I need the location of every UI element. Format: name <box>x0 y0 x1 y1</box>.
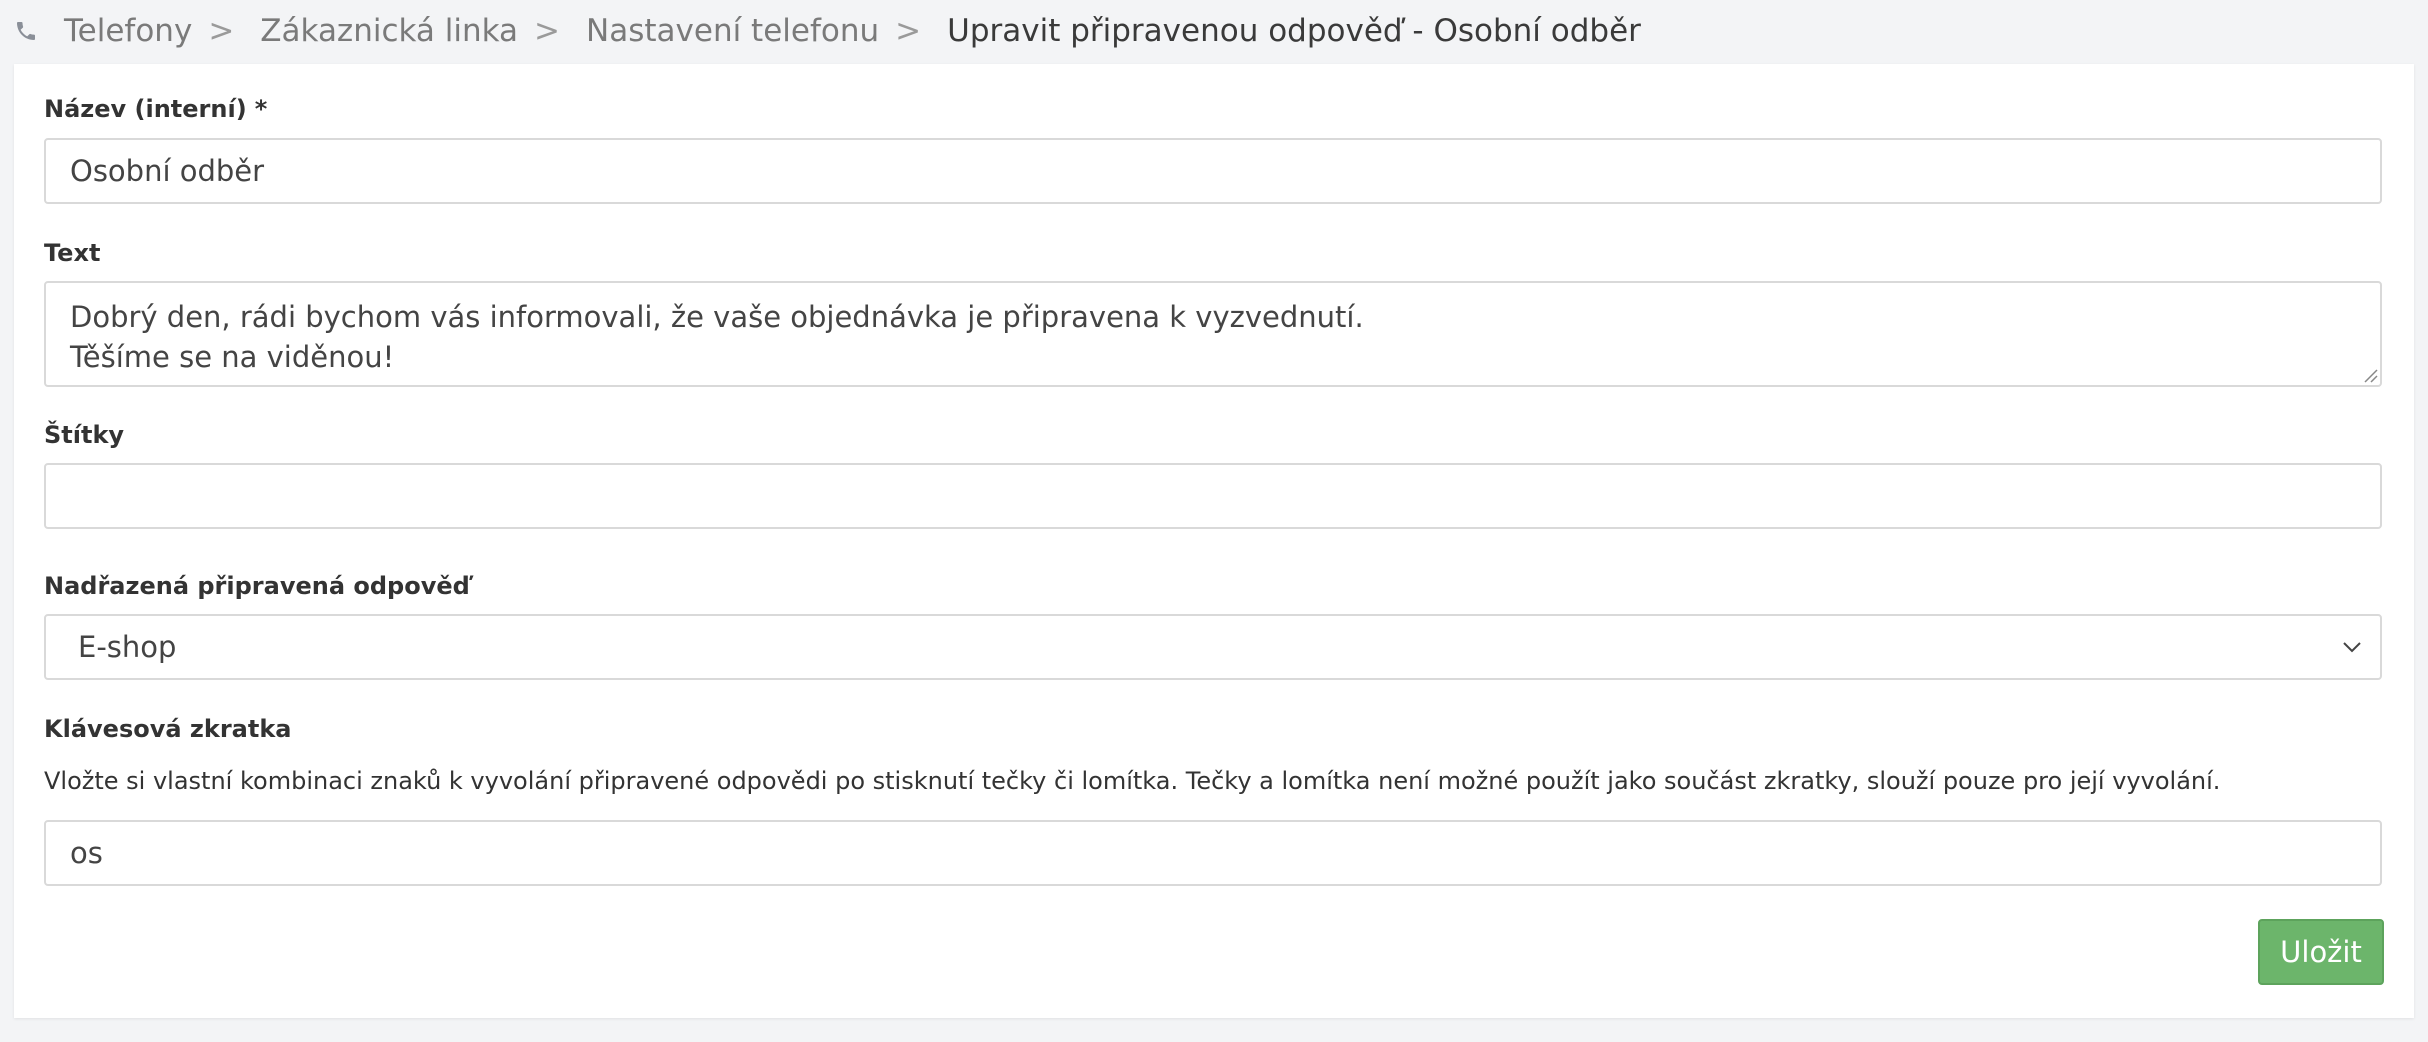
breadcrumb-telefony[interactable]: Telefony <box>64 13 192 49</box>
save-button[interactable]: Uložit <box>2258 919 2384 985</box>
breadcrumb-separator: > <box>534 13 561 49</box>
name-input[interactable] <box>44 138 2382 204</box>
parent-response-label: Nadřazená připravená odpověď <box>44 572 470 600</box>
edit-response-form: Název (interní)* Text Dobrý den, rádi by… <box>14 64 2414 1018</box>
chevron-down-icon <box>2343 642 2361 653</box>
text-textarea[interactable]: Dobrý den, rádi bychom vás informovali, … <box>44 281 2382 387</box>
name-label-text: Název (interní) <box>44 95 247 123</box>
shortcut-label: Klávesová zkratka <box>44 715 292 743</box>
phone-icon <box>14 19 38 43</box>
tags-label: Štítky <box>44 421 125 449</box>
breadcrumb: Telefony > Zákaznická linka > Nastavení … <box>0 0 1641 62</box>
breadcrumb-zakaznicka-linka[interactable]: Zákaznická linka <box>260 13 518 49</box>
breadcrumb-separator: > <box>895 13 922 49</box>
shortcut-help-text: Vložte si vlastní kombinaci znaků k vyvo… <box>44 767 2221 795</box>
shortcut-input[interactable] <box>44 820 2382 886</box>
breadcrumb-current-page: Upravit připravenou odpověď - Osobní odb… <box>947 13 1641 49</box>
tags-input[interactable] <box>44 463 2382 529</box>
parent-response-selected: E-shop <box>78 630 177 664</box>
breadcrumb-nastaveni-telefonu[interactable]: Nastavení telefonu <box>586 13 879 49</box>
required-mark: * <box>254 95 268 123</box>
parent-response-select[interactable]: E-shop <box>44 614 2382 680</box>
breadcrumb-separator: > <box>208 13 235 49</box>
text-label: Text <box>44 239 101 267</box>
name-label: Název (interní) * <box>44 95 267 123</box>
